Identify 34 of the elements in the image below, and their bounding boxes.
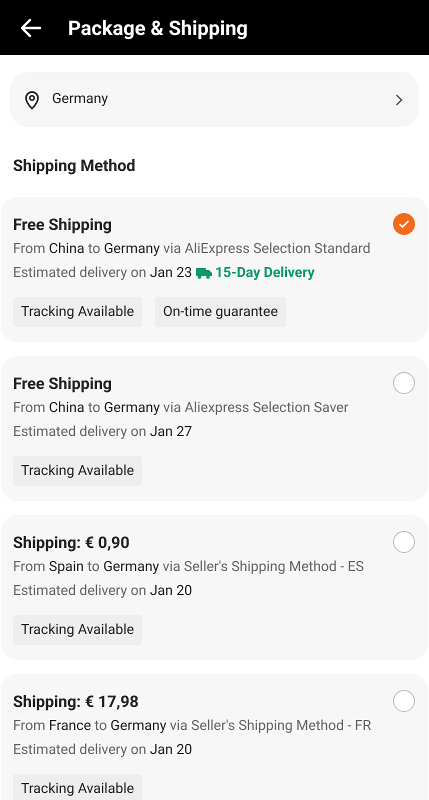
radio-button[interactable] [393,531,415,553]
truck-icon [196,267,212,279]
location-selector[interactable]: Germany [10,72,419,127]
page-title: Package & Shipping [68,14,248,42]
chevron-right-icon [395,94,403,106]
route-text: From France to Germany via Seller's Shipping Method - FR [13,717,372,736]
route-text: From China to Germany via Aliexpress Selection Saver [13,399,350,418]
feature-tag: On-time guarantee [155,297,286,327]
feature-tag: Tracking Available [13,297,142,327]
checked-radio-icon[interactable] [393,213,415,235]
radio-button[interactable] [393,372,415,394]
option-title: Shipping: € 0,90 [13,532,130,554]
delivery-time-label: 15-Day Delivery [215,264,315,282]
option-title: Free Shipping [13,373,112,395]
back-button[interactable] [20,16,42,38]
shipping-option-card[interactable]: Shipping: € 17,98 From France to Germany via Seller's Shipping Method - FR Estimated delivery on Jan 20 Tracking Available [1,674,428,800]
route-text: From China to Germany via AliExpress Selection Standard [13,240,372,259]
feature-tag: Tracking Available [13,456,142,486]
delivery-date-text: Estimated delivery on Jan 20 [13,741,192,760]
delivery-date-text: Estimated delivery on Jan 23 [13,264,192,283]
delivery-date-text: Estimated delivery on Jan 27 [13,423,192,442]
location-pin-icon [22,90,42,110]
route-text: From Spain to Germany via Seller's Shipping Method - ES [13,558,365,577]
feature-tag: Tracking Available [13,774,142,800]
option-title: Free Shipping [13,214,112,236]
delivery-date-text: Estimated delivery on Jan 20 [13,582,192,601]
shipping-option-card[interactable]: Free Shipping From China to Germany via Aliexpress Selection Saver Estimated delivery on Jan 27 Tracking Available [1,356,428,501]
shipping-option-card[interactable]: Free Shipping From China to Germany via AliExpress Selection Standard Estimated delivery on Jan 23 15-Day Delivery Tracking Available On-time guarantee [1,197,428,342]
option-title: Shipping: € 17,98 [13,691,139,713]
feature-tag: Tracking Available [13,615,142,645]
section-title: Shipping Method [12,155,136,177]
radio-button[interactable] [393,690,415,712]
back-arrow-icon [21,18,41,36]
shipping-option-card[interactable]: Shipping: € 0,90 From Spain to Germany via Seller's Shipping Method - ES Estimated delivery on Jan 20 Tracking Available [1,515,428,660]
